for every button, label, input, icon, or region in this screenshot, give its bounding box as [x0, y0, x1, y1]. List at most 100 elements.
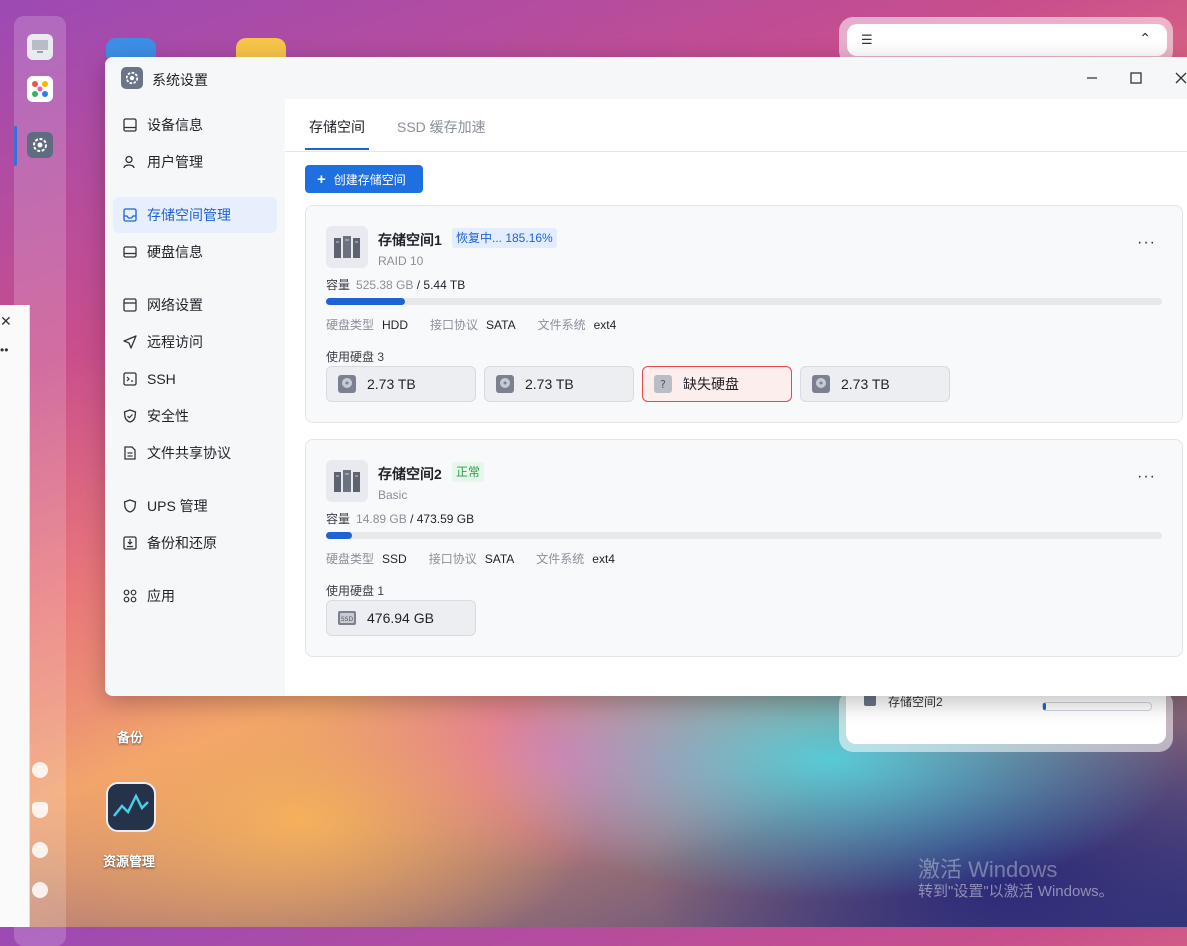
- disk-size: 2.73 TB: [841, 376, 890, 392]
- capacity-info: 容量 14.89 GB / 473.59 GB: [326, 510, 474, 527]
- filter-settings-icon[interactable]: ☰: [861, 32, 873, 48]
- close-button[interactable]: [1171, 68, 1187, 88]
- interface-label: 接口协议: [430, 318, 479, 332]
- sidebar-item-label: 网络设置: [147, 297, 203, 313]
- tab-storage[interactable]: 存储空间: [309, 117, 365, 137]
- desktop-notes-icon[interactable]: [236, 38, 286, 58]
- dock-sync-icon[interactable]: [32, 762, 48, 778]
- user-icon: [122, 154, 138, 170]
- sidebar-item-backup-restore[interactable]: 备份和还原: [113, 525, 277, 561]
- pool-meta: 硬盘类型 SSD 接口协议 SATA 文件系统 ext4: [326, 550, 637, 567]
- sidebar-item-label: UPS 管理: [147, 498, 208, 514]
- file-icon: [122, 445, 138, 461]
- disk-item[interactable]: 2.73 TB: [326, 366, 476, 402]
- missing-disk-item[interactable]: ? 缺失硬盘: [642, 366, 792, 402]
- capacity-used: 525.38 GB: [356, 278, 414, 292]
- interface-value: SATA: [484, 552, 515, 566]
- more-options-button[interactable]: ···: [1137, 468, 1156, 486]
- hdd-icon: [811, 374, 831, 394]
- status-badge: 恢复中... 185.16%: [452, 228, 557, 248]
- more-icon[interactable]: ••: [0, 343, 8, 357]
- sidebar-item-security[interactable]: 安全性: [113, 398, 277, 434]
- widget-toolbar: ☰ ⌃: [847, 24, 1167, 56]
- disk-item[interactable]: 2.73 TB: [484, 366, 634, 402]
- widget-usage-bar: [1042, 702, 1152, 711]
- remote-icon: [122, 334, 138, 350]
- desktop-resource-label[interactable]: 资源管理: [103, 851, 155, 870]
- sidebar-item-label: 用户管理: [147, 154, 203, 170]
- used-disks-label: 使用硬盘 1: [326, 584, 385, 598]
- capacity-label: 容量: [326, 278, 351, 292]
- minimize-button[interactable]: [1082, 68, 1102, 88]
- window-title: 系统设置: [152, 72, 208, 88]
- activation-watermark-text: 转到"设置"以激活 Windows。: [918, 883, 1114, 900]
- storage-pool-card: 存储空间1 恢复中... 185.16% RAID 10 ··· 容量 525.3…: [305, 205, 1183, 423]
- widget-storage-card: 存储空间2: [846, 690, 1166, 744]
- monitor-app-icon[interactable]: [106, 782, 156, 832]
- sidebar-item-label: 设备信息: [147, 117, 203, 133]
- sidebar-item-disk-info[interactable]: 硬盘信息: [113, 234, 277, 270]
- sidebar-item-label: 远程访问: [147, 334, 203, 350]
- sidebar-item-label: 安全性: [147, 408, 189, 424]
- dock-user-icon[interactable]: [32, 842, 48, 858]
- pool-meta: 硬盘类型 HDD 接口协议 SATA 文件系统 ext4: [326, 316, 638, 333]
- sidebar-item-apps[interactable]: 应用: [113, 578, 277, 614]
- capacity-total: / 473.59 GB: [410, 512, 475, 526]
- sidebar-item-user-management[interactable]: 用户管理: [113, 144, 277, 180]
- disk-type-value: HDD: [382, 318, 409, 332]
- disk-type-value: SSD: [382, 552, 407, 566]
- usage-bar: [326, 532, 1162, 539]
- disk-item[interactable]: SSD 476.94 GB: [326, 600, 476, 636]
- sidebar: 设备信息 用户管理 存储空间管理 硬盘信息 网络设置 远程访问 SSH 安全性: [105, 99, 285, 696]
- ups-icon: [122, 498, 138, 514]
- maximize-button[interactable]: [1126, 68, 1146, 88]
- active-tab-indicator: [305, 148, 369, 150]
- terminal-icon: [122, 371, 138, 387]
- dock-settings-icon[interactable]: [27, 132, 53, 158]
- disk-type-label: 硬盘类型: [326, 318, 375, 332]
- dock-apps-icon[interactable]: [27, 76, 53, 102]
- desktop-backup-label[interactable]: 备份: [117, 727, 143, 746]
- harddisk-icon: [122, 244, 138, 260]
- storage-pool-card: 存储空间2 正常 Basic ··· 容量 14.89 GB / 473.59 G…: [305, 439, 1183, 657]
- disk-item[interactable]: 2.73 TB: [800, 366, 950, 402]
- interface-label: 接口协议: [428, 552, 477, 566]
- shield-icon: [122, 408, 138, 424]
- used-disks-label: 使用硬盘 3: [326, 350, 385, 364]
- sidebar-item-label: 文件共享协议: [147, 445, 231, 461]
- filesystem-value: ext4: [592, 552, 615, 566]
- background-window-partial: ✕ ••: [0, 305, 30, 927]
- close-icon[interactable]: ✕: [0, 313, 12, 330]
- dock-computer-icon[interactable]: [27, 34, 53, 60]
- server-rack-icon: [326, 226, 368, 268]
- create-storage-button[interactable]: + 创建存储空间: [305, 165, 423, 193]
- settings-window: 系统设置 设备信息 用户管理 存储空间管理 硬盘信息 网络设置 远程访问 SSH…: [105, 57, 1187, 696]
- desktop-app-icon[interactable]: [106, 38, 156, 58]
- sidebar-item-storage[interactable]: 存储空间管理: [113, 197, 277, 233]
- dock-bell-icon[interactable]: [32, 802, 48, 818]
- titlebar: 系统设置: [105, 57, 1187, 99]
- capacity-label: 容量: [326, 512, 351, 526]
- sidebar-item-ssh[interactable]: SSH: [113, 361, 277, 397]
- sidebar-item-label: 备份和还原: [147, 535, 217, 551]
- collapse-icon[interactable]: ⌃: [1139, 30, 1151, 47]
- disk-size: 2.73 TB: [367, 376, 416, 392]
- more-options-button[interactable]: ···: [1137, 234, 1156, 252]
- sidebar-item-file-sharing[interactable]: 文件共享协议: [113, 435, 277, 471]
- svg-text:SSD: SSD: [341, 616, 354, 623]
- sidebar-item-device-info[interactable]: 设备信息: [113, 107, 277, 143]
- sidebar-item-ups[interactable]: UPS 管理: [113, 488, 277, 524]
- storage-icon: [122, 207, 138, 223]
- hdd-icon: [337, 374, 357, 394]
- usage-bar-fill: [326, 532, 352, 539]
- sidebar-item-network[interactable]: 网络设置: [113, 287, 277, 323]
- raid-type: RAID 10: [378, 254, 424, 268]
- usage-bar: [326, 298, 1162, 305]
- disk-type-label: 硬盘类型: [326, 552, 375, 566]
- svg-text:?: ?: [660, 378, 666, 391]
- sidebar-item-label: 应用: [147, 588, 175, 604]
- tab-ssd-cache[interactable]: SSD 缓存加速: [397, 117, 486, 137]
- apps-icon: [122, 588, 138, 604]
- sidebar-item-remote-access[interactable]: 远程访问: [113, 324, 277, 360]
- dock-gear-icon[interactable]: [32, 882, 48, 898]
